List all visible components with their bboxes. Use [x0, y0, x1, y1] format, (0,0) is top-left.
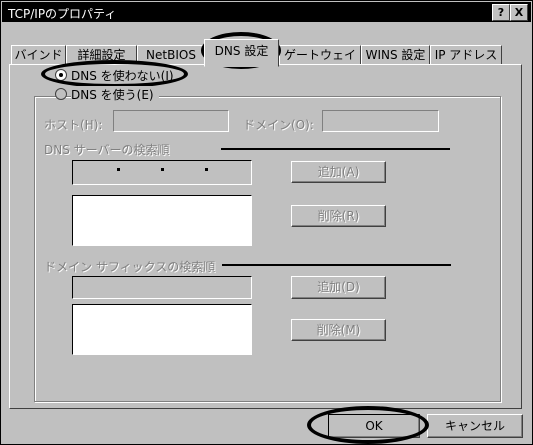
host-input[interactable]: [113, 110, 229, 132]
dns-server-ip-input[interactable]: [72, 160, 252, 185]
dns-server-remove-button[interactable]: 削除(R): [291, 205, 386, 227]
suffix-order-underline: [222, 264, 451, 266]
tab-wins[interactable]: WINS 設定: [361, 45, 430, 65]
domain-suffix-order-label: ドメイン サフィックスの検索順: [44, 260, 216, 274]
dns-settings-panel: DNS を使わない(I) DNS を使う(E) ホスト(H): ドメイン(O):…: [9, 64, 522, 409]
annotation-circle-ok: [307, 406, 429, 444]
server-order-underline: [221, 148, 450, 150]
tab-ip-address[interactable]: IP アドレス: [430, 45, 502, 65]
annotation-circle-dns-disable: [41, 60, 188, 88]
tab-binding[interactable]: バインド: [11, 45, 66, 65]
domain-label: ドメイン(O):: [243, 118, 314, 132]
domain-suffix-input[interactable]: [72, 276, 252, 299]
ip-separator-dot: [205, 168, 208, 171]
tab-dns-settings[interactable]: DNS 設定: [204, 39, 279, 67]
domain-input[interactable]: [322, 110, 439, 132]
dns-enable-radio[interactable]: [55, 88, 67, 100]
host-label: ホスト(H):: [44, 118, 103, 132]
close-button[interactable]: X: [510, 4, 528, 21]
domain-suffix-list[interactable]: [72, 304, 252, 355]
dns-server-list[interactable]: [72, 195, 252, 246]
title-bar[interactable]: TCP/IPのプロパティ ? X: [2, 2, 531, 22]
domain-suffix-add-button[interactable]: 追加(D): [291, 276, 386, 299]
ip-separator-dot: [161, 168, 164, 171]
dns-server-order-label: DNS サーバーの検索順: [44, 143, 170, 157]
tcpip-properties-dialog: TCP/IPのプロパティ ? X バインド 詳細設定 NetBIOS DNS 設…: [0, 0, 533, 445]
window-title: TCP/IPのプロパティ: [8, 7, 117, 21]
help-button[interactable]: ?: [492, 4, 510, 21]
dns-enable-label[interactable]: DNS を使う(E): [71, 86, 159, 103]
ip-separator-dot: [117, 168, 120, 171]
tab-gateway[interactable]: ゲートウェイ: [279, 45, 361, 65]
domain-suffix-remove-button[interactable]: 削除(M): [291, 319, 386, 341]
dns-server-add-button[interactable]: 追加(A): [291, 161, 386, 183]
cancel-button[interactable]: キャンセル: [427, 414, 523, 438]
